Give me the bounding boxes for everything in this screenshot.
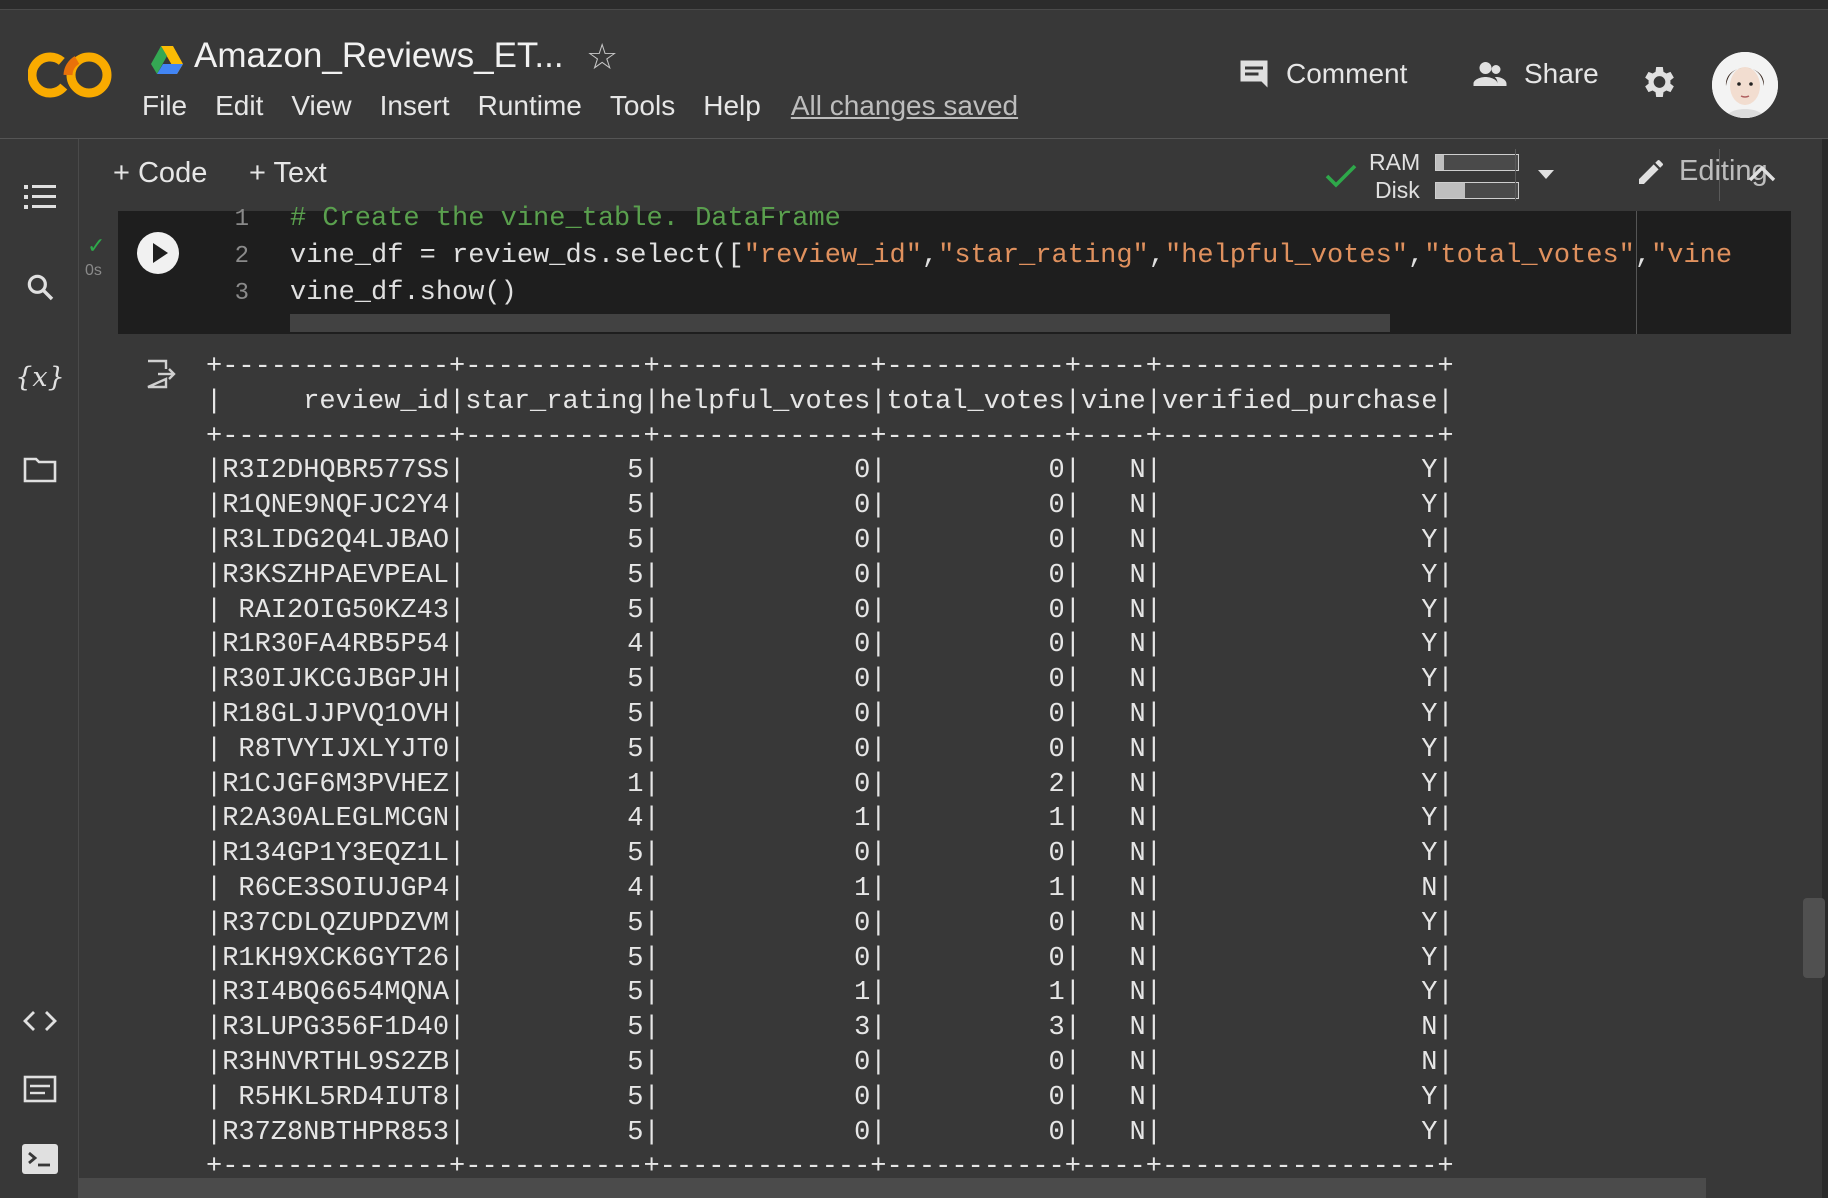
menu-edit[interactable]: Edit bbox=[215, 90, 263, 122]
menu-bar: File Edit View Insert Runtime Tools Help… bbox=[142, 90, 1018, 122]
avatar[interactable] bbox=[1712, 52, 1778, 118]
code-line-select[interactable]: vine_df = review_ds.select(["review_id",… bbox=[290, 241, 1776, 271]
run-cell-button[interactable] bbox=[137, 232, 179, 274]
table-row: | RAI2OIG50KZ43| 5| 0| 0| N| Y| bbox=[206, 595, 1454, 626]
share-button[interactable]: Share bbox=[1470, 56, 1599, 92]
line-number: 1 bbox=[234, 206, 249, 233]
drive-icon[interactable] bbox=[150, 44, 184, 76]
caret-down-icon[interactable] bbox=[1537, 169, 1555, 181]
code-string: "total_votes" bbox=[1424, 241, 1635, 271]
menu-tools[interactable]: Tools bbox=[610, 90, 675, 122]
toolbar-divider bbox=[1719, 149, 1720, 201]
app-header: Amazon_Reviews_ET... ☆ File Edit View In… bbox=[0, 10, 1828, 139]
code-token: , bbox=[1148, 241, 1165, 271]
disk-usage-bar bbox=[1435, 182, 1519, 199]
table-row: |R1KH9XCK6GYT26| 5| 0| 0| N| Y| bbox=[206, 943, 1454, 974]
window-right-edge bbox=[1822, 139, 1828, 1198]
table-row: |R18GLJJPVQ1OVH| 5| 0| 0| N| Y| bbox=[206, 699, 1454, 730]
menu-help[interactable]: Help bbox=[703, 90, 761, 122]
executed-check-icon: ✓ bbox=[87, 233, 106, 258]
disk-usage-fill bbox=[1436, 183, 1465, 198]
line-number: 2 bbox=[234, 243, 249, 270]
table-of-contents-icon[interactable] bbox=[20, 177, 60, 217]
left-sidebar: {x} bbox=[0, 139, 79, 1198]
share-label: Share bbox=[1524, 58, 1599, 89]
table-row: |R37CDLQZUPDZVM| 5| 0| 0| N| Y| bbox=[206, 908, 1454, 939]
execution-time: 0s bbox=[85, 262, 102, 279]
comment-label: Comment bbox=[1286, 58, 1408, 89]
ram-usage-fill bbox=[1436, 155, 1445, 170]
gear-icon[interactable] bbox=[1638, 62, 1678, 102]
code-token: , bbox=[1408, 241, 1425, 271]
notebook-title[interactable]: Amazon_Reviews_ET... bbox=[194, 36, 564, 76]
command-palette-icon[interactable] bbox=[20, 1069, 60, 1109]
connected-check-icon bbox=[1325, 164, 1357, 188]
play-icon bbox=[153, 243, 168, 263]
add-text-button[interactable]: + Text bbox=[249, 157, 327, 190]
table-row: |R3LIDG2Q4LJBAO| 5| 0| 0| N| Y| bbox=[206, 525, 1454, 556]
terminal-icon[interactable] bbox=[20, 1139, 60, 1179]
code-token: , bbox=[921, 241, 939, 271]
table-row: |R1R30FA4RB5P54| 4| 0| 0| N| Y| bbox=[206, 630, 1454, 661]
table-row: | R5HKL5RD4IUT8| 5| 0| 0| N| Y| bbox=[206, 1082, 1454, 1113]
disk-label: Disk bbox=[1375, 177, 1420, 203]
toolbar-divider bbox=[1515, 149, 1516, 201]
comment-icon bbox=[1240, 60, 1268, 88]
ram-label: RAM bbox=[1369, 149, 1421, 175]
notebook-toolbar: + Code + Text RAM Disk Editing bbox=[79, 139, 1828, 211]
menu-insert[interactable]: Insert bbox=[380, 90, 450, 122]
horizontal-scrollbar[interactable] bbox=[78, 1178, 1706, 1198]
star-icon[interactable]: ☆ bbox=[586, 36, 618, 78]
line-number: 3 bbox=[234, 280, 249, 307]
table-row: |R3I2DHQBR577SS| 5| 0| 0| N| Y| bbox=[206, 456, 1454, 487]
code-line-show[interactable]: vine_df.show() bbox=[290, 278, 517, 308]
table-row: |R134GP1Y3EQZ1L| 5| 0| 0| N| Y| bbox=[206, 839, 1454, 870]
code-string: "star_rating" bbox=[938, 241, 1149, 271]
people-icon bbox=[1473, 62, 1507, 86]
code-horizontal-scrollbar[interactable] bbox=[290, 314, 1390, 332]
comment-button[interactable]: Comment bbox=[1236, 56, 1407, 92]
table-row: |R37Z8NBTHPR853| 5| 0| 0| N| Y| bbox=[206, 1117, 1454, 1148]
code-line-comment[interactable]: # Create the vine_table. DataFrame bbox=[290, 204, 841, 234]
table-row: |R1CJGF6M3PVHEZ| 1| 0| 2| N| Y| bbox=[206, 769, 1454, 800]
code-token: , bbox=[1634, 241, 1652, 271]
variables-icon[interactable]: {x} bbox=[15, 357, 65, 397]
code-string: "helpful_votes" bbox=[1164, 241, 1409, 271]
table-row: |R3HNVRTHL9S2ZB| 5| 0| 0| N| N| bbox=[206, 1047, 1454, 1078]
menu-view[interactable]: View bbox=[291, 90, 351, 122]
code-cell-ruler bbox=[1636, 211, 1637, 334]
resources-indicator[interactable]: RAM Disk bbox=[1325, 145, 1565, 205]
search-icon[interactable] bbox=[20, 267, 60, 307]
code-string: "review_id" bbox=[743, 241, 922, 271]
table-border: +--------------+-----------+------------… bbox=[206, 352, 1454, 382]
vertical-scrollbar-thumb[interactable] bbox=[1803, 898, 1825, 978]
table-row: |R3KSZHPAEVPEAL| 5| 0| 0| N| Y| bbox=[206, 560, 1454, 591]
ram-usage-bar bbox=[1435, 154, 1519, 171]
window-top-edge bbox=[0, 0, 1828, 10]
output-actions-icon[interactable] bbox=[144, 357, 178, 391]
table-row: |R30IJKCGJBGPJH| 5| 0| 0| N| Y| bbox=[206, 665, 1454, 696]
colab-logo[interactable] bbox=[28, 44, 114, 106]
dataframe-output: +--------------+-----------+------------… bbox=[206, 350, 1454, 1185]
table-row: |R3I4BQ6654MQNA| 5| 1| 1| N| Y| bbox=[206, 978, 1454, 1009]
avatar-icon bbox=[1712, 52, 1778, 118]
folder-icon[interactable] bbox=[20, 449, 60, 489]
table-row: |R2A30ALEGLMCGN| 4| 1| 1| N| Y| bbox=[206, 804, 1454, 835]
table-row: | R6CE3SOIUJGP4| 4| 1| 1| N| N| bbox=[206, 873, 1454, 904]
save-status-link[interactable]: All changes saved bbox=[791, 90, 1018, 122]
table-row: | R8TVYIJXLYJT0| 5| 0| 0| N| Y| bbox=[206, 734, 1454, 765]
table-row: |R3LUPG356F1D40| 5| 3| 3| N| N| bbox=[206, 1013, 1454, 1044]
menu-file[interactable]: File bbox=[142, 90, 187, 122]
menu-runtime[interactable]: Runtime bbox=[478, 90, 582, 122]
table-row: |R1QNE9NQFJC2Y4| 5| 0| 0| N| Y| bbox=[206, 491, 1454, 522]
table-header-row: | review_id|star_rating|helpful_votes|to… bbox=[206, 386, 1454, 417]
pencil-icon bbox=[1639, 159, 1663, 184]
chevron-up-icon[interactable] bbox=[1747, 163, 1777, 183]
table-border: +--------------+-----------+------------… bbox=[206, 421, 1454, 452]
code-snippets-icon[interactable] bbox=[20, 1001, 60, 1041]
code-string: "vine bbox=[1651, 241, 1733, 271]
add-code-button[interactable]: + Code bbox=[113, 157, 207, 190]
code-token: vine_df = review_ds.select([ bbox=[290, 241, 744, 271]
